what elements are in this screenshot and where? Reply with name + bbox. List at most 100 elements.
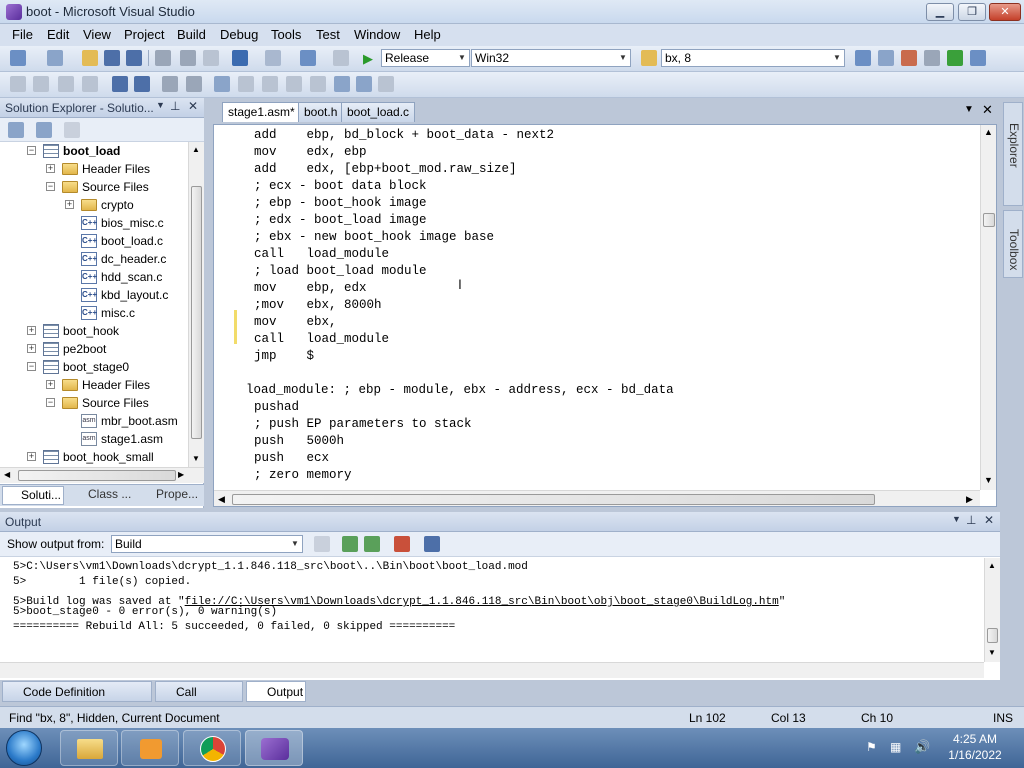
expand-icon[interactable]: + xyxy=(27,326,36,335)
navigate-forward-icon[interactable] xyxy=(333,50,349,66)
paste-icon[interactable] xyxy=(203,50,219,66)
pin-icon[interactable]: ⊥ xyxy=(966,513,976,527)
save-all-icon[interactable] xyxy=(126,50,142,66)
bookmark-icon[interactable] xyxy=(214,76,230,92)
collapse-icon[interactable]: − xyxy=(27,362,36,371)
collapse-icon[interactable]: − xyxy=(27,146,36,155)
clear-all-icon[interactable] xyxy=(394,536,410,552)
tab-solution-explorer[interactable]: Soluti... xyxy=(2,486,64,505)
expand-icon[interactable]: + xyxy=(46,164,55,173)
menu-debug[interactable]: Debug xyxy=(220,27,258,42)
menu-help[interactable]: Help xyxy=(414,27,441,42)
menu-edit[interactable]: Edit xyxy=(47,27,69,42)
explorer-taskbar-button[interactable] xyxy=(60,730,118,766)
scroll-thumb[interactable] xyxy=(191,186,202,439)
active-files-icon[interactable]: ▼ xyxy=(964,104,974,115)
scroll-right-icon[interactable]: ▶ xyxy=(966,494,973,505)
tree-item[interactable]: + boot_hook_small xyxy=(0,448,188,466)
minimize-button[interactable]: ▁ xyxy=(926,3,954,21)
decrease-indent-icon[interactable] xyxy=(112,76,128,92)
tab-stage1-asm[interactable]: stage1.asm* xyxy=(222,102,301,122)
tree-item[interactable]: − boot_stage0 xyxy=(0,358,188,376)
toolbar-icon[interactable] xyxy=(10,76,26,92)
expand-icon[interactable]: + xyxy=(46,380,55,389)
scroll-down-icon[interactable]: ▼ xyxy=(984,475,993,485)
maximize-button[interactable]: ❐ xyxy=(958,3,986,21)
start-button[interactable] xyxy=(6,730,42,766)
taskbar-date[interactable]: 1/16/2022 xyxy=(940,748,1010,762)
cut-icon[interactable] xyxy=(155,50,171,66)
tree-item[interactable]: asm mbr_boot.asm xyxy=(0,412,188,430)
solution-horizontal-scrollbar[interactable]: ◀ ▶ xyxy=(0,467,204,483)
tree-item[interactable]: + boot_hook xyxy=(0,322,188,340)
properties-icon[interactable] xyxy=(878,50,894,66)
solution-config-select[interactable]: Release ▼ xyxy=(381,49,470,67)
menu-view[interactable]: View xyxy=(83,27,111,42)
scroll-thumb[interactable] xyxy=(987,628,998,643)
start-debugging-icon[interactable]: ▶ xyxy=(363,51,373,67)
toolbox-icon[interactable] xyxy=(924,50,940,66)
add-item-icon[interactable] xyxy=(47,50,63,66)
tab-output[interactable]: Output xyxy=(246,681,306,702)
tree-item[interactable]: C++ hdd_scan.c xyxy=(0,268,188,286)
scroll-down-icon[interactable]: ▼ xyxy=(988,648,996,657)
toolbar-icon[interactable] xyxy=(33,76,49,92)
close-document-icon[interactable]: ✕ xyxy=(982,102,993,118)
tab-call-browser[interactable]: Call Browser xyxy=(155,681,243,719)
close-button[interactable]: ✕ xyxy=(989,3,1021,21)
server-explorer-tab[interactable]: Server Explorer xyxy=(1003,102,1024,206)
clear-bookmarks-icon[interactable] xyxy=(334,76,350,92)
toolbar-icon[interactable] xyxy=(82,76,98,92)
editor-vertical-scrollbar[interactable]: ▲ ▼ xyxy=(980,125,996,490)
tree-item[interactable]: C++ dc_header.c xyxy=(0,250,188,268)
open-icon[interactable] xyxy=(82,50,98,66)
solution-explorer-icon[interactable] xyxy=(855,50,871,66)
expand-icon[interactable]: + xyxy=(27,452,36,461)
tree-item[interactable]: C++ misc.c xyxy=(0,304,188,322)
editor-horizontal-scrollbar[interactable]: ◀ ▶ xyxy=(214,490,980,506)
solution-platform-select[interactable]: Win32 ▼ xyxy=(471,49,631,67)
tree-item[interactable]: C++ boot_load.c xyxy=(0,232,188,250)
expand-icon[interactable]: + xyxy=(65,200,74,209)
network-icon[interactable]: ▦ xyxy=(890,740,901,754)
scroll-thumb[interactable] xyxy=(983,213,995,227)
increase-indent-icon[interactable] xyxy=(134,76,150,92)
output-text[interactable]: 5>C:\Users\vm1\Downloads\dcrypt_1.1.846.… xyxy=(0,558,984,662)
tab-boot-h[interactable]: boot.h xyxy=(298,102,344,122)
action-center-icon[interactable]: ⚑ xyxy=(866,740,877,754)
tree-item[interactable]: + Header Files xyxy=(0,376,188,394)
previous-message-icon[interactable] xyxy=(342,536,358,552)
find-in-files-icon[interactable] xyxy=(641,50,657,66)
object-browser-icon[interactable] xyxy=(901,50,917,66)
scroll-down-icon[interactable]: ▼ xyxy=(192,454,200,463)
tree-item[interactable]: − boot_load xyxy=(0,142,188,160)
code-area[interactable]: add ebp, bd_block + boot_data - next2 mov… xyxy=(213,124,997,507)
tree-item[interactable]: + crypto xyxy=(0,196,188,214)
close-icon[interactable]: ✕ xyxy=(984,513,994,527)
menu-file[interactable]: File xyxy=(12,27,33,42)
scroll-up-icon[interactable]: ▲ xyxy=(192,145,200,154)
command-window-icon[interactable] xyxy=(970,50,986,66)
find-message-icon[interactable] xyxy=(314,536,330,552)
toolbox-tab[interactable]: Toolbox xyxy=(1003,210,1023,278)
chrome-taskbar-button[interactable] xyxy=(183,730,241,766)
uncomment-icon[interactable] xyxy=(186,76,202,92)
scroll-left-icon[interactable]: ◀ xyxy=(4,470,10,479)
tree-item[interactable]: C++ kbd_layout.c xyxy=(0,286,188,304)
chevron-down-icon[interactable]: ▼ xyxy=(952,514,961,524)
menu-build[interactable]: Build xyxy=(177,27,206,42)
volume-icon[interactable]: 🔊 xyxy=(914,739,930,755)
scroll-up-icon[interactable]: ▲ xyxy=(984,127,993,137)
tree-item[interactable]: − Source Files xyxy=(0,394,188,412)
comment-icon[interactable] xyxy=(162,76,178,92)
media-player-taskbar-button[interactable] xyxy=(121,730,179,766)
bookmark-prev-icon[interactable] xyxy=(238,76,254,92)
collapse-icon[interactable]: − xyxy=(46,398,55,407)
tree-item[interactable]: asm stage1.asm xyxy=(0,430,188,448)
find-combo[interactable]: bx, 8 ▼ xyxy=(661,49,845,67)
solution-vertical-scrollbar[interactable]: ▲ ▼ xyxy=(188,142,204,467)
redo-icon[interactable] xyxy=(265,50,281,66)
tree-item[interactable]: − Source Files xyxy=(0,178,188,196)
chevron-down-icon[interactable]: ▼ xyxy=(156,100,165,110)
menu-test[interactable]: Test xyxy=(316,27,340,42)
